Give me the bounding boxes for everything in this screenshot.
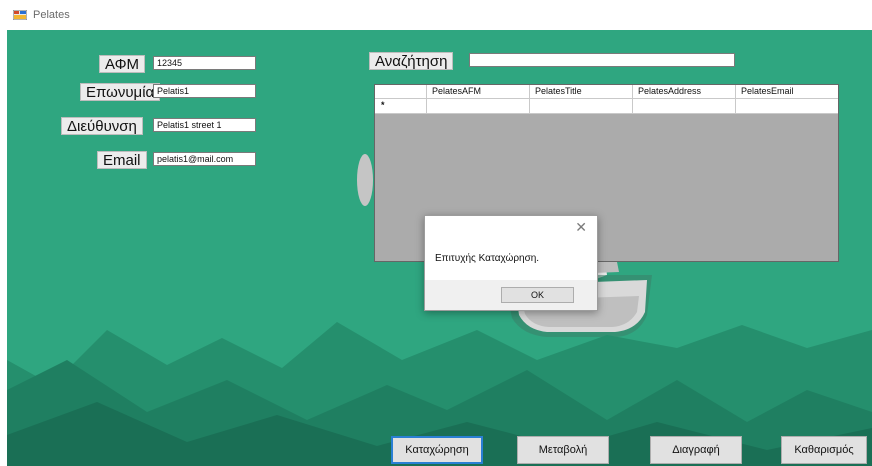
search-input[interactable]	[469, 53, 735, 67]
grid-column-header[interactable]: PelatesAFM	[427, 85, 530, 99]
address-input[interactable]: Pelatis1 street 1	[153, 118, 256, 132]
title-label: Επωνυμία	[80, 83, 161, 101]
insert-button[interactable]: Καταχώρηση	[391, 436, 483, 464]
grid-cell[interactable]	[427, 99, 530, 114]
address-label: Διεύθυνση	[61, 117, 143, 135]
message-text: Επιτυχής Καταχώρηση.	[435, 253, 540, 264]
grid-header-row: PelatesAFM PelatesTitle PelatesAddress P…	[375, 85, 838, 99]
form-client-area: ΑΦΜ 12345 Επωνυμία Pelatis1 Διεύθυνση Pe…	[7, 30, 872, 466]
grid-row-header-corner	[375, 85, 427, 99]
update-button[interactable]: Μεταβολή	[517, 436, 609, 464]
search-label: Αναζήτηση	[369, 52, 454, 70]
form-icon	[13, 10, 27, 20]
new-row-marker: *	[375, 99, 427, 114]
message-box-footer: OK	[425, 280, 597, 310]
afm-input[interactable]: 12345	[153, 56, 256, 70]
grid-cell[interactable]	[736, 99, 838, 114]
window-title: Pelates	[33, 9, 70, 21]
grid-column-header[interactable]: PelatesTitle	[530, 85, 633, 99]
grid-cell[interactable]	[530, 99, 633, 114]
afm-label: ΑΦΜ	[99, 55, 146, 73]
grid-new-row[interactable]: *	[375, 99, 838, 114]
message-box: ✕ Επιτυχής Καταχώρηση. OK	[424, 215, 598, 311]
grid-column-header[interactable]: PelatesEmail	[736, 85, 838, 99]
email-input[interactable]: pelatis1@mail.com	[153, 152, 256, 166]
ok-button[interactable]: OK	[501, 287, 574, 303]
title-bar: Pelates	[0, 0, 872, 30]
clear-button[interactable]: Καθαρισμός	[781, 436, 867, 464]
email-label: Email	[97, 151, 147, 169]
close-icon[interactable]: ✕	[575, 219, 587, 236]
grid-cell[interactable]	[633, 99, 736, 114]
delete-button[interactable]: Διαγραφή	[650, 436, 742, 464]
grid-column-header[interactable]: PelatesAddress	[633, 85, 736, 99]
title-input[interactable]: Pelatis1	[153, 84, 256, 98]
